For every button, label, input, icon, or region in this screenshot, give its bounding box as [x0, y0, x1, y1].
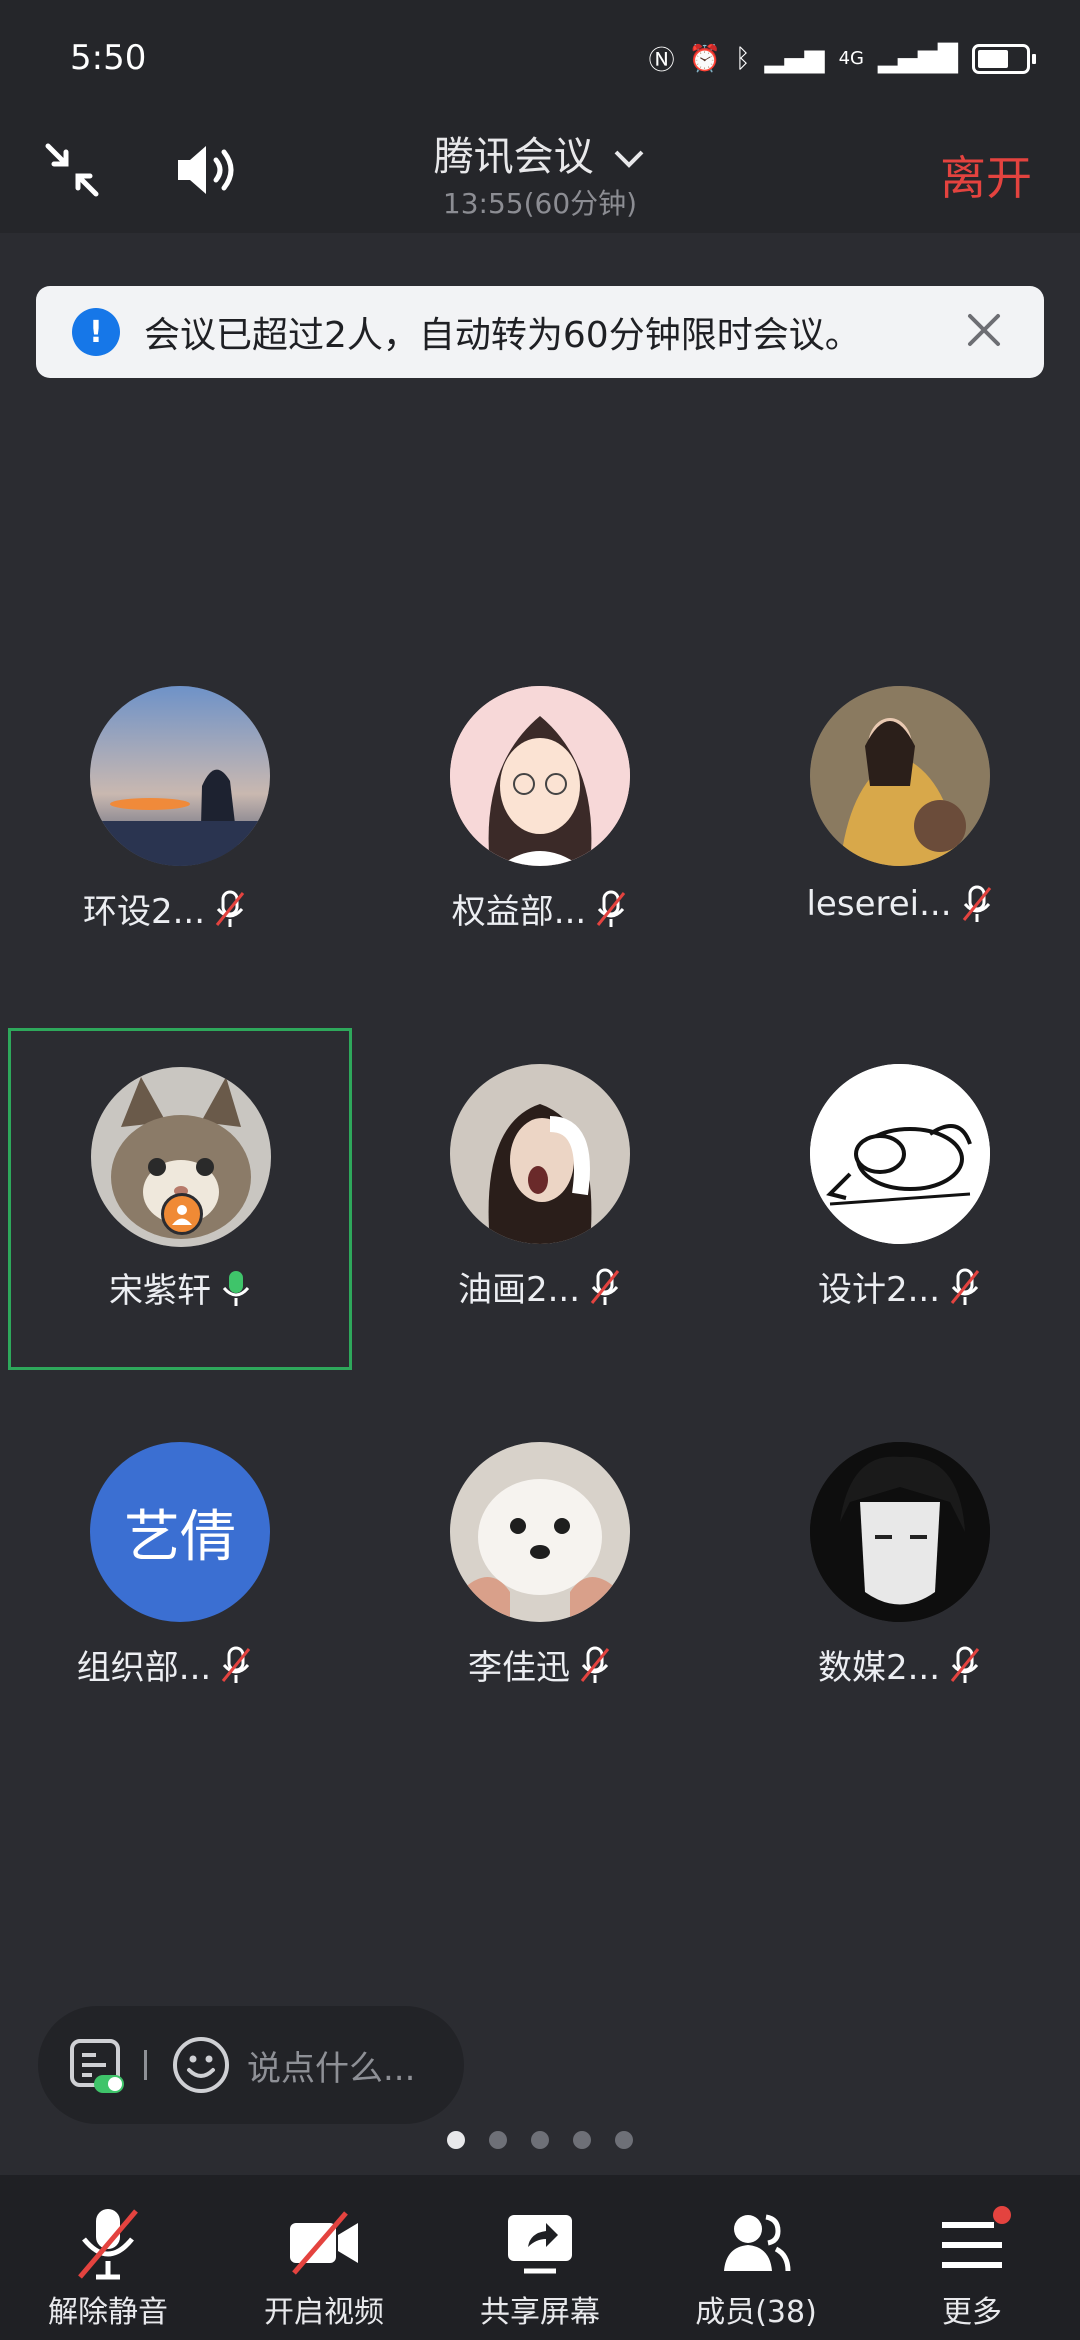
network-type: 4G [838, 48, 865, 69]
avatar: 艺倩 [90, 1442, 270, 1622]
avatar [90, 686, 270, 866]
share-screen-button[interactable]: 共享屏幕 [432, 2175, 648, 2340]
participant-name: 油画2... [457, 1270, 581, 1310]
status-time: 5:50 [70, 38, 147, 78]
avatar [450, 1442, 630, 1622]
page-indicator [0, 2131, 1080, 2149]
members-button[interactable]: 成员(38) [648, 2175, 864, 2340]
mic-muted-icon [950, 1646, 980, 1683]
avatar [450, 686, 630, 866]
participant-tile[interactable]: leserei... [720, 686, 1050, 1016]
page-dot[interactable] [489, 2131, 507, 2149]
participant-tile[interactable]: 油画2... [360, 1064, 690, 1394]
meeting-timer: 13:55(60分钟) [442, 187, 638, 220]
page-dot[interactable] [531, 2131, 549, 2149]
members-label: 成员(38) [695, 2295, 817, 2330]
participant-name: 权益部... [451, 892, 587, 932]
participant-name: 宋紫轩 [109, 1271, 211, 1311]
unmute-button[interactable]: 解除静音 [0, 2175, 216, 2340]
participant-name-row: 宋紫轩 [11, 1263, 351, 1312]
page-dot[interactable] [573, 2131, 591, 2149]
signal-icon: ▂▄▆ [764, 43, 825, 74]
more-label: 更多 [942, 2295, 1002, 2330]
participant-tile[interactable]: 艺倩 组织部... [0, 1442, 330, 1772]
mic-muted-icon [597, 890, 626, 927]
mic-muted-icon [580, 1646, 610, 1683]
page-dot[interactable] [615, 2131, 633, 2149]
participant-name: 李佳迅 [468, 1648, 570, 1688]
members-icon [724, 2214, 791, 2272]
video-button[interactable]: 开启视频 [216, 2175, 432, 2340]
participant-name: 环设2... [82, 892, 206, 932]
mic-muted-icon [78, 2209, 138, 2280]
more-button[interactable]: 更多 [864, 2175, 1080, 2340]
video-label: 开启视频 [264, 2295, 384, 2330]
nfc-icon: Ⓝ [648, 46, 675, 76]
avatar [450, 1064, 630, 1244]
participant-name-row: 设计2... [720, 1262, 1080, 1311]
chat-input[interactable]: 说点什么... [247, 2041, 415, 2090]
mic-muted-icon [215, 890, 245, 927]
signal-icon-2: ▂▄▆█ [878, 43, 958, 74]
avatar [810, 686, 990, 866]
host-badge-icon [161, 1193, 203, 1235]
mic-muted-icon [590, 1268, 620, 1305]
bottom-toolbar: 解除静音 开启视频 共享屏幕 成员(38) 更多 [0, 2175, 1080, 2340]
emoji-icon[interactable] [171, 2035, 231, 2095]
battery-icon [972, 43, 1036, 74]
participant-name: 组织部... [76, 1648, 212, 1688]
meeting-header: 腾讯会议 13:55(60分钟) 离开 [0, 120, 1080, 233]
participant-name: 数媒2... [817, 1648, 941, 1688]
chevron-down-icon [612, 134, 646, 180]
video-off-icon [290, 2211, 358, 2275]
participant-tile[interactable]: 环设2... [0, 686, 330, 1016]
participant-name-row: 李佳迅 [360, 1640, 720, 1689]
participant-name-row: 组织部... [0, 1640, 345, 1689]
alarm-icon: ⏰ [688, 43, 721, 74]
divider [144, 2050, 147, 2080]
bluetooth-icon: ᛒ [735, 43, 751, 74]
mic-muted-icon [222, 1646, 251, 1683]
avatar [810, 1442, 990, 1622]
participant-name-row: 环设2... [0, 884, 345, 933]
participant-tile[interactable]: 权益部... [360, 686, 690, 1016]
status-icons: Ⓝ ⏰ ᛒ ▂▄▆ 4G ▂▄▆█ [648, 40, 1036, 77]
page-dot-active[interactable] [447, 2131, 465, 2149]
avatar [810, 1064, 990, 1244]
share-screen-label: 共享屏幕 [480, 2295, 600, 2330]
caption-icon[interactable] [66, 2033, 130, 2097]
mic-muted-icon [962, 885, 991, 922]
participant-tile[interactable]: 数媒2... [720, 1442, 1050, 1772]
participant-name-row: leserei... [720, 884, 1080, 924]
mic-muted-icon [950, 1268, 980, 1305]
participant-tile[interactable]: 李佳迅 [360, 1442, 690, 1772]
close-icon[interactable] [962, 308, 1006, 352]
leave-button[interactable]: 离开 [940, 142, 1032, 208]
participant-tile-speaking[interactable]: 宋紫轩 [8, 1028, 352, 1370]
participant-tile[interactable]: 设计2... [720, 1064, 1050, 1394]
share-screen-icon [508, 2215, 572, 2274]
chat-bar: 说点什么... [38, 2006, 464, 2124]
menu-icon [942, 2206, 1011, 2268]
unmute-label: 解除静音 [48, 2295, 168, 2330]
info-icon: ! [72, 308, 120, 356]
mic-active-icon [222, 1270, 250, 1306]
participant-name-row: 数媒2... [720, 1640, 1080, 1689]
limit-notice: ! 会议已超过2人，自动转为60分钟限时会议。 [36, 286, 1044, 378]
meeting-title-text: 腾讯会议 [433, 134, 594, 180]
notice-text: 会议已超过2人，自动转为60分钟限时会议。 [144, 315, 861, 356]
participant-name-row: 权益部... [360, 884, 720, 933]
meeting-title[interactable]: 腾讯会议 [0, 124, 1080, 182]
status-bar: 5:50 Ⓝ ⏰ ᛒ ▂▄▆ 4G ▂▄▆█ [0, 0, 1080, 120]
participant-name: leserei... [806, 884, 952, 924]
participant-name: 设计2... [817, 1270, 941, 1310]
participant-name-row: 油画2... [360, 1262, 720, 1311]
